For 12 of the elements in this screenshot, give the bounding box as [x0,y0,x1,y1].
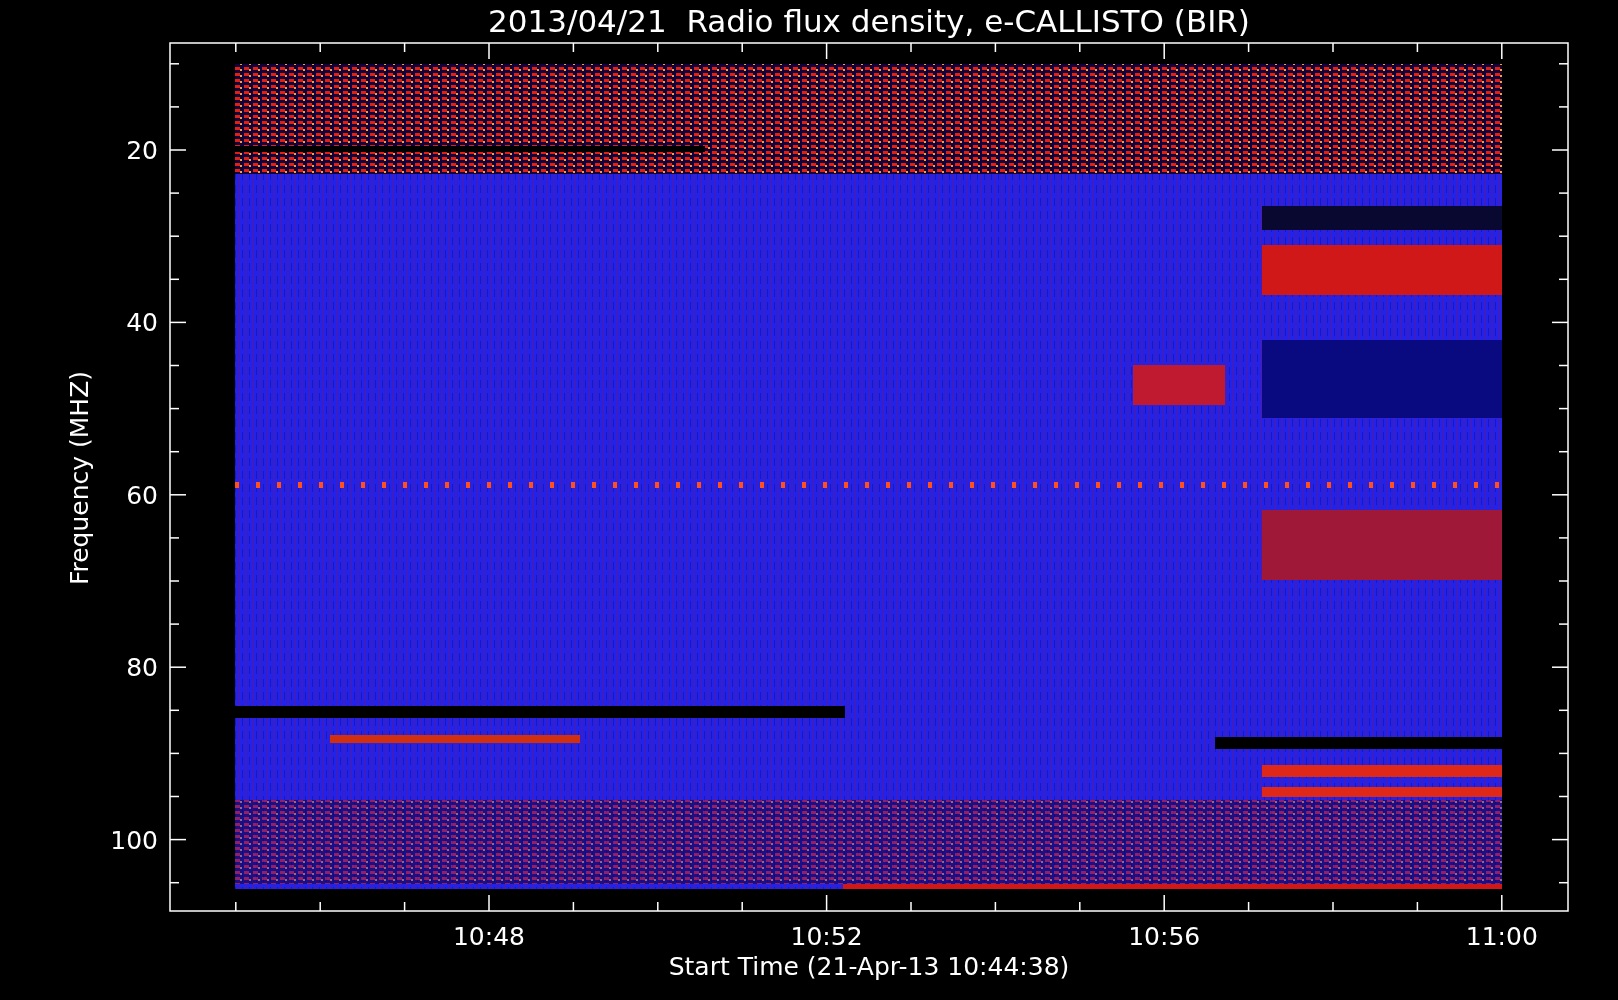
y-tick-label: 80 [126,653,158,683]
chart-title: 2013/04/21 Radio flux density, e-CALLISTO (BIR) [488,3,1250,39]
y-tick-label: 40 [126,308,158,338]
y-tick-label: 20 [126,136,158,165]
x-tick-label: 10:48 [453,922,525,951]
y-axis-label: Frequency (MHZ) [65,370,94,586]
x-axis-label: Start Time (21-Apr-13 10:44:38) [668,952,1070,981]
x-tick-label: 10:56 [1128,922,1201,951]
y-tick-label: 100 [110,825,158,855]
x-tick-label: 10:52 [790,922,863,951]
x-tick-label: 11:00 [1465,922,1538,951]
y-tick-label: 60 [126,480,158,510]
